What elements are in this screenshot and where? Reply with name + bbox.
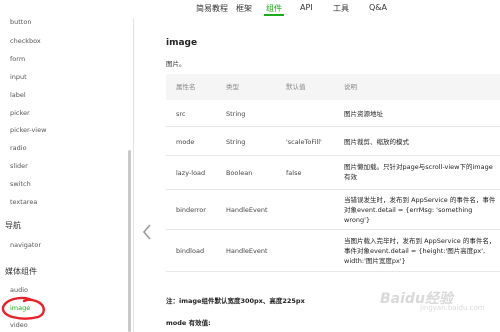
cell-attr: mode bbox=[176, 138, 195, 146]
active-tab-indicator bbox=[264, 14, 284, 16]
cell-desc: 当错误发生时，发布到 AppService 的事件名，事件对象event.det… bbox=[344, 196, 496, 224]
cell-default: 'scaleToFill' bbox=[286, 138, 322, 146]
cell-attr: binderror bbox=[176, 206, 206, 214]
baidu-watermark-url: jingyan.baidu.com bbox=[420, 304, 485, 312]
cell-desc: 图片懒加载。只针对page与scroll-view下的image有效 bbox=[344, 163, 493, 181]
table-row: binderror HandleEvent 当错误发生时，发布到 AppServ… bbox=[166, 190, 500, 230]
sidebar-item-radio[interactable]: radio bbox=[10, 144, 27, 152]
cell-type: HandleEvent bbox=[226, 206, 268, 214]
sidebar: button checkbox form input label picker … bbox=[0, 0, 134, 332]
sidebar-item-picker[interactable]: picker bbox=[10, 109, 30, 117]
sidebar-scrollbar[interactable] bbox=[128, 150, 131, 332]
sidebar-item-slider[interactable]: slider bbox=[10, 162, 28, 170]
sidebar-item-audio[interactable]: audio bbox=[10, 286, 28, 294]
sidebar-item-button[interactable]: button bbox=[10, 18, 31, 26]
cell-type: HandleEvent bbox=[226, 247, 268, 255]
sidebar-section-media: 媒体组件 bbox=[5, 267, 37, 276]
sidebar-section-nav: 导航 bbox=[5, 221, 21, 230]
cell-type: Boolean bbox=[226, 169, 253, 177]
sidebar-item-picker-view[interactable]: picker-view bbox=[10, 126, 46, 134]
sidebar-item-checkbox[interactable]: checkbox bbox=[10, 37, 41, 45]
tab-tools[interactable]: 工具 bbox=[333, 3, 349, 14]
header-type: 类型 bbox=[226, 83, 239, 91]
mode-values-heading: mode 有效值: bbox=[166, 319, 211, 327]
cell-default: false bbox=[286, 169, 302, 177]
sidebar-item-form[interactable]: form bbox=[10, 55, 25, 63]
table-row: mode String 'scaleToFill' 图片裁剪、缩放的模式 bbox=[166, 127, 500, 156]
header-default: 默认值 bbox=[286, 83, 306, 91]
chevron-left-icon[interactable] bbox=[140, 222, 154, 242]
tab-api[interactable]: API bbox=[300, 3, 313, 12]
sidebar-item-input[interactable]: input bbox=[10, 73, 27, 81]
table-row: lazy-load Boolean false 图片懒加载。只针对page与sc… bbox=[166, 156, 500, 190]
table-row: bindload HandleEvent 当图片载入完毕时，发布到 AppSer… bbox=[166, 230, 500, 272]
sidebar-item-textarea[interactable]: textarea bbox=[10, 198, 37, 206]
page-title: image bbox=[166, 38, 198, 48]
table-header: 属性名 类型 默认值 说明 bbox=[166, 74, 500, 100]
sidebar-item-switch[interactable]: switch bbox=[10, 180, 31, 188]
cell-desc: 图片资源地址 bbox=[344, 110, 383, 118]
cell-attr: lazy-load bbox=[176, 169, 206, 177]
sidebar-item-label[interactable]: label bbox=[10, 91, 26, 99]
cell-desc: 当图片载入完毕时，发布到 AppService 的事件名，事件对象event.d… bbox=[344, 237, 496, 265]
cell-desc: 图片裁剪、缩放的模式 bbox=[344, 138, 409, 146]
cell-type: String bbox=[226, 138, 246, 146]
table-row: src String 图片资源地址 bbox=[166, 100, 500, 127]
header-description: 说明 bbox=[344, 83, 357, 91]
tab-tutorial[interactable]: 简易教程 bbox=[196, 3, 228, 14]
tab-components[interactable]: 组件 bbox=[266, 3, 282, 14]
default-size-note: 注：image组件默认宽度300px、高度225px bbox=[166, 297, 305, 305]
cell-attr: bindload bbox=[176, 247, 205, 255]
header-name: 属性名 bbox=[176, 83, 196, 91]
page-description: 图片。 bbox=[166, 60, 186, 68]
tab-qa[interactable]: Q&A bbox=[369, 3, 387, 12]
top-navigation: 简易教程 框架 组件 API 工具 Q&A bbox=[0, 0, 500, 18]
sidebar-item-navigator[interactable]: navigator bbox=[10, 241, 41, 249]
tab-framework[interactable]: 框架 bbox=[236, 3, 252, 14]
cell-type: String bbox=[226, 110, 246, 118]
red-circle-annotation bbox=[1, 296, 45, 320]
cell-attr: src bbox=[176, 110, 186, 118]
